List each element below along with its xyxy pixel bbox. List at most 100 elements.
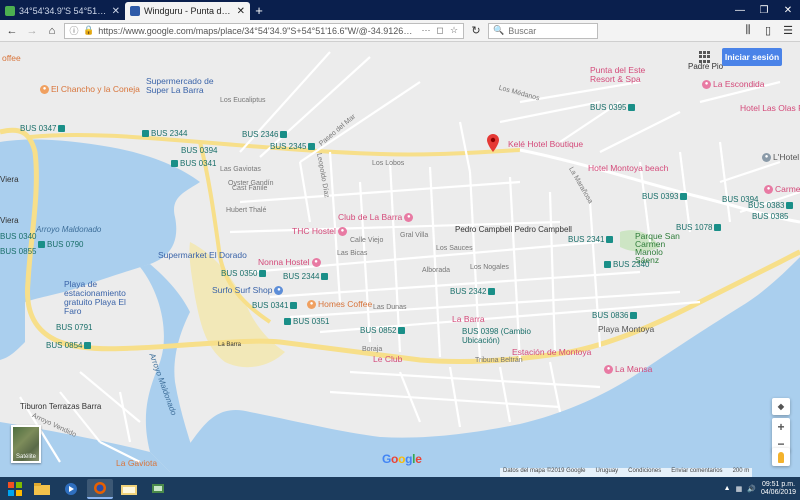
library-icon[interactable]: ⫼ <box>740 23 756 39</box>
poi-playa-estacionamiento[interactable]: Playa de estacionamiento gratuito Playa … <box>64 280 144 316</box>
bus-stop[interactable]: BUS 2342 <box>450 287 496 296</box>
search-input[interactable] <box>508 25 589 36</box>
zoom-in-button[interactable]: + <box>772 418 790 435</box>
bus-stop[interactable]: BUS 0395 <box>590 103 636 112</box>
feedback-link[interactable]: Enviar comentarios <box>671 468 722 477</box>
minimize-button[interactable]: — <box>728 2 752 20</box>
address-bar[interactable]: ⓘ 🔒 https://www.google.com/maps/place/34… <box>64 22 464 39</box>
tab-google-maps[interactable]: 34°54'34.9"S 54°51'16.6"W - G ✕ <box>0 2 125 20</box>
country-link[interactable]: Uruguay <box>595 468 618 477</box>
scale-label: 200 m <box>732 468 750 474</box>
poi-carmen[interactable]: ●Carmen <box>764 184 800 194</box>
firefox-icon[interactable] <box>87 478 113 499</box>
tab-close-icon[interactable]: ✕ <box>237 6 245 17</box>
poi-le-club[interactable]: Le Club <box>373 354 402 364</box>
forward-arrow-icon[interactable]: → <box>24 23 40 39</box>
page-actions-icon[interactable]: ⋯ <box>421 25 431 36</box>
bus-stop[interactable]: BUS 1078 <box>676 223 722 232</box>
bus-stop[interactable]: BUS 0385 <box>752 212 788 221</box>
bus-stop[interactable]: BUS 0341 <box>171 159 216 168</box>
poi-super-dorado[interactable]: Supermarket El Dorado <box>158 250 247 260</box>
network-icon[interactable]: ▦ <box>736 485 743 493</box>
back-arrow-icon[interactable]: ← <box>4 23 20 39</box>
bus-stop[interactable]: BUS 2340 <box>604 260 649 269</box>
poi-punta-resort[interactable]: Punta del Este Resort & Spa <box>590 66 670 84</box>
clock[interactable]: 09:51 p.m. 04/06/2019 <box>761 481 796 497</box>
poi-hotel-olas[interactable]: Hotel Las Olas Re <box>740 103 800 113</box>
search-box[interactable]: 🔍 <box>488 22 598 39</box>
tab-windguru[interactable]: Windguru - Punta del Este - Pl ✕ <box>125 2 250 20</box>
bus-stop[interactable]: BUS 0351 <box>284 317 329 326</box>
poi-homes-coffee[interactable]: ● Homes Coffee <box>307 299 372 309</box>
satellite-toggle[interactable]: Satélite <box>11 425 41 463</box>
bookmark-star-icon[interactable]: ☆ <box>449 25 459 36</box>
poi-kele[interactable]: Kelé Hotel Boutique <box>508 139 583 149</box>
bus-stop[interactable]: BUS 2346 <box>242 130 288 139</box>
bus-stop[interactable]: BUS 0852 <box>360 326 406 335</box>
home-icon[interactable]: ⌂ <box>44 23 60 39</box>
bus-stop[interactable]: BUS 2341 <box>568 235 614 244</box>
bus-stop[interactable]: BUS 2344 <box>142 129 187 138</box>
menu-icon[interactable]: ☰ <box>780 23 796 39</box>
network-app-icon[interactable] <box>145 479 171 499</box>
pocket-icon[interactable]: ◻ <box>435 25 445 36</box>
poi-la-escondida[interactable]: ● La Escondida <box>702 79 765 89</box>
poi-club-barra[interactable]: Club de La Barra ● <box>338 212 414 222</box>
bus-stop[interactable]: BUS 0790 <box>38 240 83 249</box>
google-apps-grid-icon[interactable] <box>699 51 711 63</box>
bus-stop[interactable]: BUS 2345 <box>270 142 316 151</box>
poi-thc-hostel[interactable]: THC Hostel ● <box>292 226 347 236</box>
bus-stop[interactable]: BUS 0836 <box>592 311 638 320</box>
poi-supermercado[interactable]: Supermercado de Super La Barra <box>146 77 216 95</box>
close-window-button[interactable]: ✕ <box>776 2 800 20</box>
bus-stop[interactable]: BUS 2344 <box>283 272 329 281</box>
poi-chancho[interactable]: ● El Chancho y la Coneja <box>40 84 140 94</box>
poi-nonna[interactable]: Nonna Hostel ● <box>258 257 321 267</box>
sidebar-icon[interactable]: ▯ <box>760 23 776 39</box>
bus-stop[interactable]: BUS 0791 <box>56 323 92 332</box>
poi-la-barra[interactable]: La Barra <box>452 314 485 324</box>
compass-control[interactable]: ◆ <box>772 398 790 415</box>
poi-playa-montoya[interactable]: Playa Montoya <box>598 324 654 334</box>
file-explorer-icon[interactable] <box>29 479 55 499</box>
bus-stop[interactable]: BUS 0347 <box>20 124 66 133</box>
media-player-icon[interactable] <box>58 479 84 499</box>
volume-icon[interactable]: 🔊 <box>747 485 756 493</box>
new-tab-button[interactable]: + <box>250 2 268 20</box>
street-label: Calle Viejo <box>350 237 384 244</box>
bus-stop[interactable]: BUS 0393 <box>642 192 688 201</box>
show-hidden-icons-icon[interactable]: ▲ <box>724 485 731 492</box>
pegman-icon[interactable] <box>772 448 790 466</box>
poi-la-gaviota[interactable]: La Gaviota <box>116 458 157 468</box>
label-viera-2: Viera <box>0 216 19 225</box>
poi-estacion-montoya[interactable]: Estación de Montoya <box>512 347 591 357</box>
poi-la-mansa[interactable]: ● La Mansa <box>604 364 652 374</box>
poi-montoya-beach[interactable]: Hotel Montoya beach <box>588 163 668 173</box>
folder-icon[interactable] <box>116 479 142 499</box>
label-viera: Viera <box>0 175 19 184</box>
url-text: https://www.google.com/maps/place/34°54'… <box>98 25 417 36</box>
bus-stop[interactable]: BUS 0350 <box>221 269 267 278</box>
bus-stop[interactable]: BUS 0854 <box>46 341 92 350</box>
bus-stop[interactable]: BUS 0394 <box>181 146 217 155</box>
tab-close-icon[interactable]: ✕ <box>112 6 120 17</box>
start-button[interactable] <box>4 479 26 499</box>
lock-icon: 🔒 <box>83 25 95 35</box>
location-pin-icon[interactable] <box>487 134 499 152</box>
map-canvas[interactable]: offee ● El Chancho y la Coneja Supermerca… <box>0 42 800 477</box>
compass-icon[interactable]: ◆ <box>772 398 790 415</box>
bus-stop[interactable]: BUS 0340 <box>0 232 36 241</box>
reload-icon[interactable]: ↻ <box>468 23 484 39</box>
poi-coffee[interactable]: offee <box>2 53 21 63</box>
bus-stop[interactable]: BUS 0383 <box>748 201 794 210</box>
bus-stop[interactable]: BUS 0341 <box>252 301 298 310</box>
map-data-credit: Datos del mapa ©2019 Google <box>503 468 586 474</box>
poi-l-hotel[interactable]: ●L'Hotel de <box>762 152 800 162</box>
bus-stop[interactable]: BUS 0855 <box>0 247 36 256</box>
info-icon[interactable]: ⓘ <box>69 24 79 37</box>
bus-stop[interactable]: BUS 0398 (Cambio Ubicación) <box>462 327 532 345</box>
maximize-button[interactable]: ❐ <box>752 2 776 20</box>
sign-in-button[interactable]: Iniciar sesión <box>722 48 782 66</box>
poi-surfo[interactable]: Surfo Surf Shop ● <box>212 285 284 295</box>
terms-link[interactable]: Condiciones <box>628 468 661 477</box>
